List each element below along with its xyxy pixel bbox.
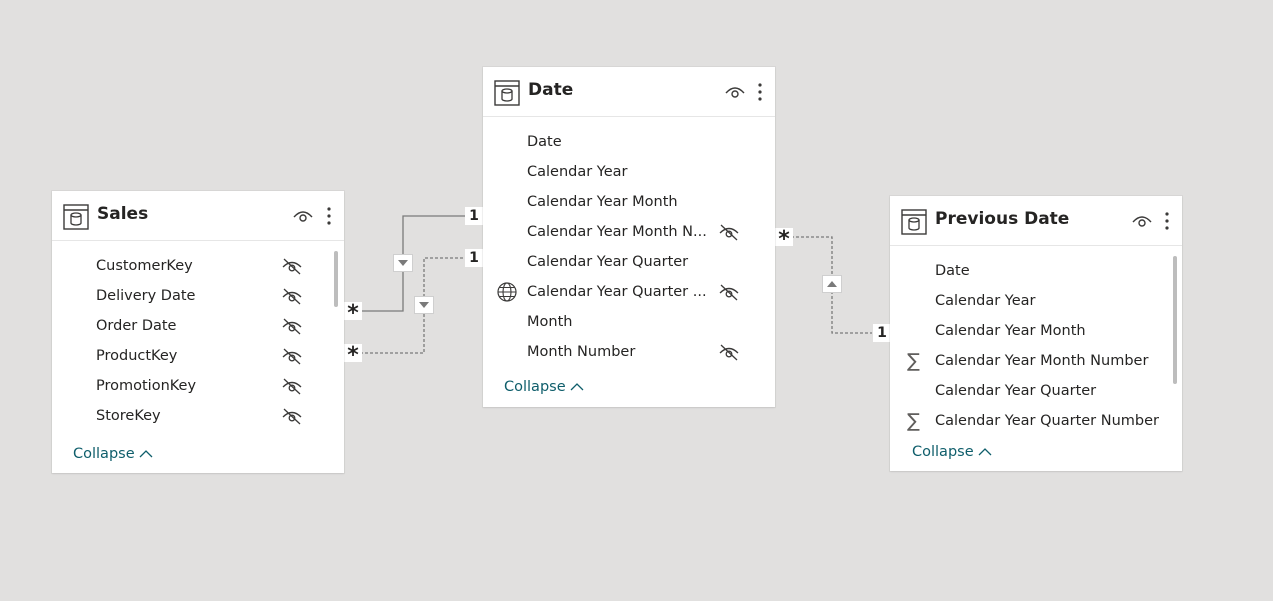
visibility-eye-icon[interactable] [1131, 211, 1153, 231]
field-item[interactable]: Calendar Year [527, 161, 628, 183]
table-header[interactable]: Sales [52, 191, 344, 241]
table-header[interactable]: Previous Date [890, 196, 1182, 246]
cardinality-many-sales-2: * [344, 344, 362, 368]
globe-icon [497, 282, 517, 302]
collapse-button[interactable]: Collapse [912, 442, 992, 462]
hidden-eye-icon [282, 318, 302, 335]
field-item[interactable]: Calendar Year [935, 290, 1036, 312]
scrollbar[interactable] [334, 251, 338, 307]
cardinality-many-sales-1: * [344, 302, 362, 326]
table-title: Sales [97, 204, 149, 224]
visibility-eye-icon[interactable] [724, 82, 746, 102]
hidden-eye-icon [282, 288, 302, 305]
triangle-down-icon [398, 260, 408, 266]
field-item[interactable]: Calendar Year Month [527, 191, 678, 213]
collapse-label: Collapse [912, 444, 974, 460]
cardinality-one-date-1: 1 [465, 207, 483, 225]
table-title: Previous Date [935, 209, 1070, 229]
table-icon [494, 80, 520, 106]
scrollbar[interactable] [1173, 256, 1177, 384]
field-item[interactable]: CustomerKey [96, 255, 193, 277]
hidden-eye-icon [282, 378, 302, 395]
more-options-icon[interactable] [754, 80, 766, 104]
sigma-icon: ∑ [907, 410, 920, 432]
field-item[interactable]: Date [527, 131, 562, 153]
cardinality-one-previous-date: 1 [873, 324, 891, 342]
field-item[interactable]: Delivery Date [96, 285, 195, 307]
collapse-label: Collapse [73, 446, 135, 462]
cardinality-many-date-3: * [775, 228, 793, 252]
cardinality-one-date-2: 1 [465, 249, 483, 267]
field-item[interactable]: Month Number [527, 341, 635, 363]
triangle-down-icon [419, 302, 429, 308]
field-item[interactable]: Calendar Year Quarter [527, 251, 688, 273]
chevron-up-icon [978, 448, 992, 456]
hidden-eye-icon [282, 258, 302, 275]
field-item[interactable]: ProductKey [96, 345, 177, 367]
collapse-button[interactable]: Collapse [73, 444, 153, 464]
field-item[interactable]: StoreKey [96, 405, 161, 427]
chevron-up-icon [570, 383, 584, 391]
hidden-eye-icon [719, 344, 739, 361]
hidden-eye-icon [282, 408, 302, 425]
field-item[interactable]: PromotionKey [96, 375, 196, 397]
field-item[interactable]: Calendar Year Month Number [935, 350, 1148, 372]
filter-direction-up-button[interactable] [822, 275, 842, 293]
field-item[interactable]: Date [935, 260, 970, 282]
field-item[interactable]: Calendar Year Quarter Number [935, 410, 1159, 432]
more-options-icon[interactable] [1161, 209, 1173, 233]
chevron-up-icon [139, 450, 153, 458]
table-card-date[interactable]: Date Date Calendar Year Calendar Year Mo… [483, 67, 775, 407]
field-item[interactable]: Calendar Year Month [935, 320, 1086, 342]
field-item[interactable]: Calendar Year Quarter ... [527, 281, 707, 303]
table-title: Date [528, 80, 574, 100]
filter-direction-down-button-2[interactable] [414, 296, 434, 314]
table-icon [901, 209, 927, 235]
field-item[interactable]: Calendar Year Quarter [935, 380, 1096, 402]
visibility-eye-icon[interactable] [292, 206, 314, 226]
table-card-sales[interactable]: Sales CustomerKey Delivery Date Order Da… [52, 191, 344, 473]
model-canvas[interactable]: * 1 * 1 * 1 Sales CustomerKey Delivery D… [0, 0, 1273, 601]
table-card-previous-date[interactable]: Previous Date Date Calendar Year Calenda… [890, 196, 1182, 471]
filter-direction-down-button-1[interactable] [393, 254, 413, 272]
field-item[interactable]: Calendar Year Month N... [527, 221, 707, 243]
triangle-up-icon [827, 281, 837, 287]
field-item[interactable]: Order Date [96, 315, 176, 337]
more-options-icon[interactable] [323, 204, 335, 228]
hidden-eye-icon [719, 224, 739, 241]
table-icon [63, 204, 89, 230]
field-item[interactable]: Month [527, 311, 572, 333]
hidden-eye-icon [282, 348, 302, 365]
table-header[interactable]: Date [483, 67, 775, 117]
collapse-button[interactable]: Collapse [504, 377, 584, 397]
collapse-label: Collapse [504, 379, 566, 395]
sigma-icon: ∑ [907, 350, 920, 372]
hidden-eye-icon [719, 284, 739, 301]
